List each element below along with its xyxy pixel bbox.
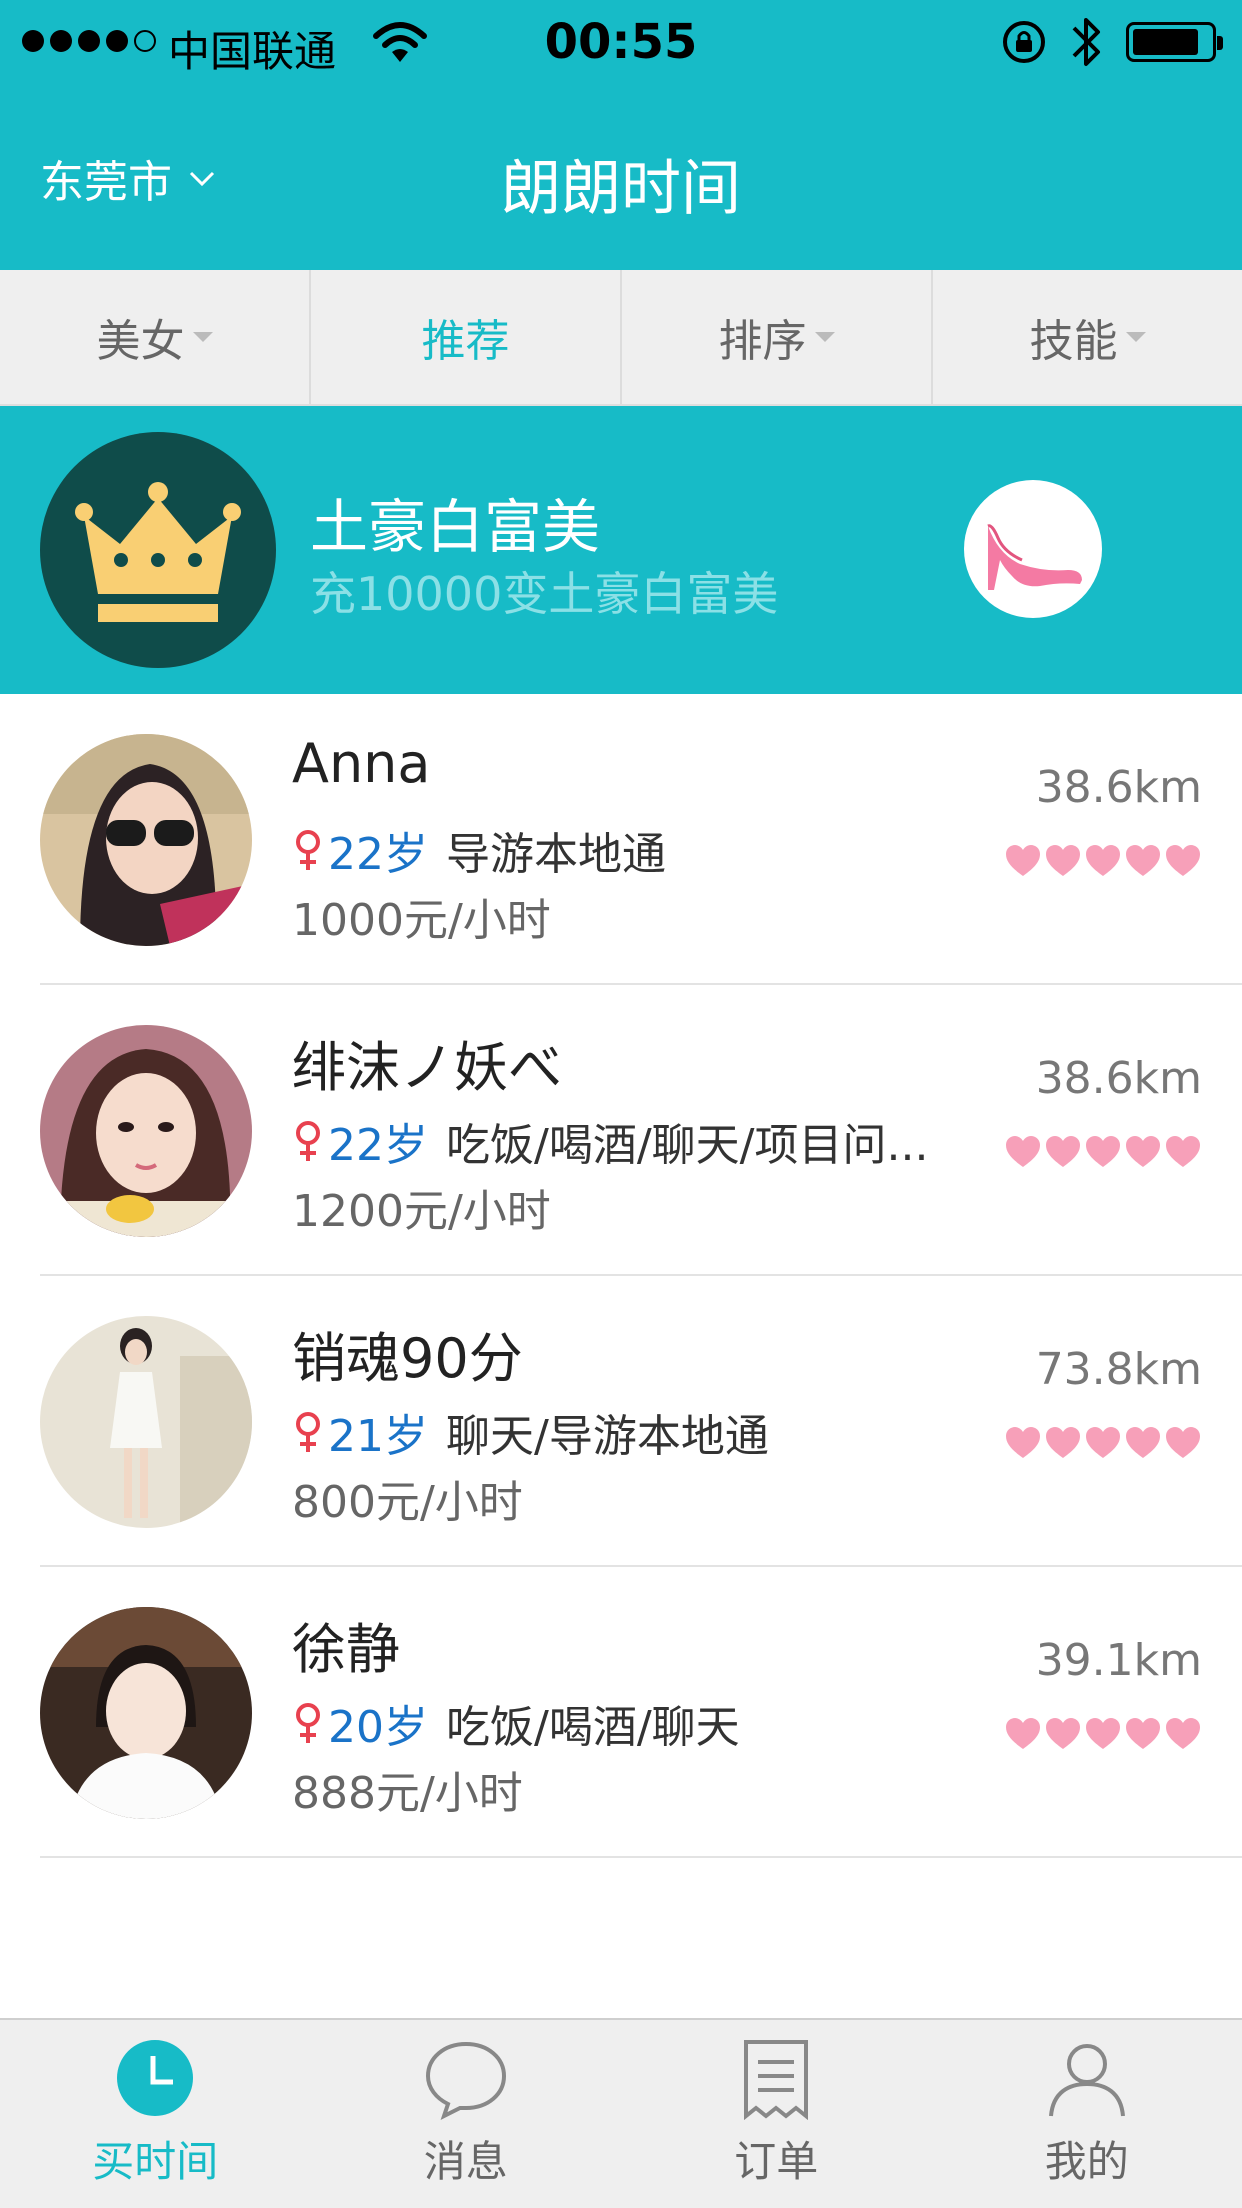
profile-info: 22岁 导游本地通: [292, 818, 666, 882]
filter-beauty[interactable]: 美女: [0, 270, 311, 404]
profile-list: Anna 22岁 导游本地通 1000元/小时 38.6km 绯沫ノ妖べ 22岁…: [0, 694, 1242, 1858]
list-item[interactable]: 销魂90分 21岁 聊天/导游本地通 800元/小时 73.8km: [40, 1276, 1242, 1567]
page-title: 朗朗时间: [501, 154, 741, 224]
female-icon: [296, 1703, 320, 1743]
heart-icon: [1006, 1427, 1040, 1458]
heart-icon: [1126, 845, 1160, 876]
profile-name: 绯沫ノ妖べ: [292, 1036, 562, 1099]
profile-age: 20岁: [328, 1702, 428, 1753]
rating-hearts: [1004, 844, 1202, 878]
heart-icon: [1006, 1718, 1040, 1749]
profile-name: 销魂90分: [292, 1327, 523, 1390]
filter-bar: 美女 推荐 排序 技能: [0, 270, 1242, 406]
profile-price: 888元/小时: [292, 1768, 523, 1819]
heart-icon: [1046, 1718, 1080, 1749]
filter-label: 排序: [718, 316, 807, 367]
profile-distance: 73.8km: [1035, 1344, 1202, 1395]
tab-label: 我的: [1044, 2137, 1129, 2186]
list-item[interactable]: Anna 22岁 导游本地通 1000元/小时 38.6km: [40, 694, 1242, 985]
high-heel-icon: [964, 480, 1102, 618]
profile-distance: 38.6km: [1035, 762, 1202, 813]
female-icon: [296, 1412, 320, 1452]
filter-label: 推荐: [421, 316, 510, 367]
profile-age: 22岁: [328, 829, 428, 880]
profile-info: 20岁 吃饭/喝酒/聊天: [292, 1691, 740, 1755]
dropdown-caret-icon: [814, 332, 835, 342]
rating-hearts: [1004, 1717, 1202, 1751]
heart-icon: [1006, 845, 1040, 876]
heart-icon: [1166, 1718, 1200, 1749]
tab-messages[interactable]: 消息: [311, 2020, 622, 2208]
profile-distance: 38.6km: [1035, 1053, 1202, 1104]
heart-icon: [1006, 1136, 1040, 1167]
tab-label: 消息: [423, 2137, 508, 2186]
battery-icon: [1126, 22, 1223, 62]
profile-price: 1200元/小时: [292, 1186, 551, 1237]
profile-price: 1000元/小时: [292, 895, 551, 946]
rating-hearts: [1004, 1135, 1202, 1169]
profile-info: 21岁 聊天/导游本地通: [292, 1400, 769, 1464]
heart-icon: [1046, 845, 1080, 876]
bluetooth-icon: [1072, 18, 1100, 66]
avatar: [40, 1316, 252, 1528]
crown-icon: [40, 432, 276, 668]
person-icon: [1048, 2044, 1125, 2117]
profile-age: 21岁: [328, 1411, 428, 1462]
profile-price: 800元/小时: [292, 1477, 523, 1528]
rating-hearts: [1004, 1426, 1202, 1460]
list-item[interactable]: 徐静 20岁 吃饭/喝酒/聊天 888元/小时 39.1km: [40, 1567, 1242, 1858]
female-icon: [296, 1121, 320, 1161]
status-bar: 中国联通 00:55: [0, 0, 1242, 84]
profile-info: 22岁 吃饭/喝酒/聊天/项目问...: [292, 1109, 928, 1173]
heart-icon: [1126, 1718, 1160, 1749]
heart-icon: [1086, 1427, 1120, 1458]
profile-age: 22岁: [328, 1120, 428, 1171]
app-screen: 中国联通 00:55 东莞市 朗朗时间 美女 推荐 排序 技能 土豪白富美 充1…: [0, 0, 1242, 2208]
list-item[interactable]: 绯沫ノ妖べ 22岁 吃饭/喝酒/聊天/项目问... 1200元/小时 38.6k…: [40, 985, 1242, 1276]
heart-icon: [1046, 1427, 1080, 1458]
heart-icon: [1086, 1718, 1120, 1749]
receipt-icon: [744, 2040, 809, 2120]
avatar: [40, 734, 252, 946]
heart-icon: [1166, 1427, 1200, 1458]
clock-icon: [117, 2040, 194, 2116]
profile-skills: 导游本地通: [446, 829, 666, 880]
tab-buy-time[interactable]: 买时间: [0, 2020, 311, 2208]
filter-sort[interactable]: 排序: [622, 270, 933, 404]
filter-label: 技能: [1029, 316, 1118, 367]
tab-label: 订单: [734, 2137, 819, 2186]
profile-name: Anna: [292, 732, 431, 795]
banner-title: 土豪白富美: [310, 493, 601, 561]
avatar: [40, 1025, 252, 1237]
female-icon: [296, 830, 320, 870]
rotation-lock-icon: [1003, 21, 1045, 63]
heart-icon: [1086, 1136, 1120, 1167]
profile-distance: 39.1km: [1035, 1635, 1202, 1686]
heart-icon: [1126, 1427, 1160, 1458]
filter-skills[interactable]: 技能: [933, 270, 1242, 404]
status-time: 00:55: [544, 14, 698, 70]
heart-icon: [1086, 845, 1120, 876]
filter-label: 美女: [96, 316, 185, 367]
profile-skills: 吃饭/喝酒/聊天: [446, 1702, 740, 1753]
dropdown-caret-icon: [1125, 332, 1146, 342]
tab-label: 买时间: [92, 2137, 219, 2186]
heart-icon: [1166, 845, 1200, 876]
dropdown-caret-icon: [192, 332, 213, 342]
top-bar: 中国联通 00:55 东莞市 朗朗时间: [0, 0, 1242, 270]
profile-name: 徐静: [292, 1618, 400, 1681]
tab-bar: 买时间 消息 订单 我的: [0, 2018, 1242, 2208]
chat-bubble-icon: [425, 2041, 506, 2120]
heart-icon: [1046, 1136, 1080, 1167]
heart-icon: [1166, 1136, 1200, 1167]
tab-orders[interactable]: 订单: [621, 2020, 932, 2208]
heart-icon: [1126, 1136, 1160, 1167]
promo-banner[interactable]: 土豪白富美 充10000变土豪白富美: [0, 406, 1242, 694]
profile-skills: 聊天/导游本地通: [446, 1411, 769, 1462]
avatar: [40, 1607, 252, 1819]
banner-subtitle: 充10000变土豪白富美: [310, 567, 779, 621]
filter-recommend[interactable]: 推荐: [311, 270, 622, 404]
profile-skills: 吃饭/喝酒/聊天/项目问...: [446, 1120, 929, 1171]
tab-me[interactable]: 我的: [932, 2020, 1242, 2208]
